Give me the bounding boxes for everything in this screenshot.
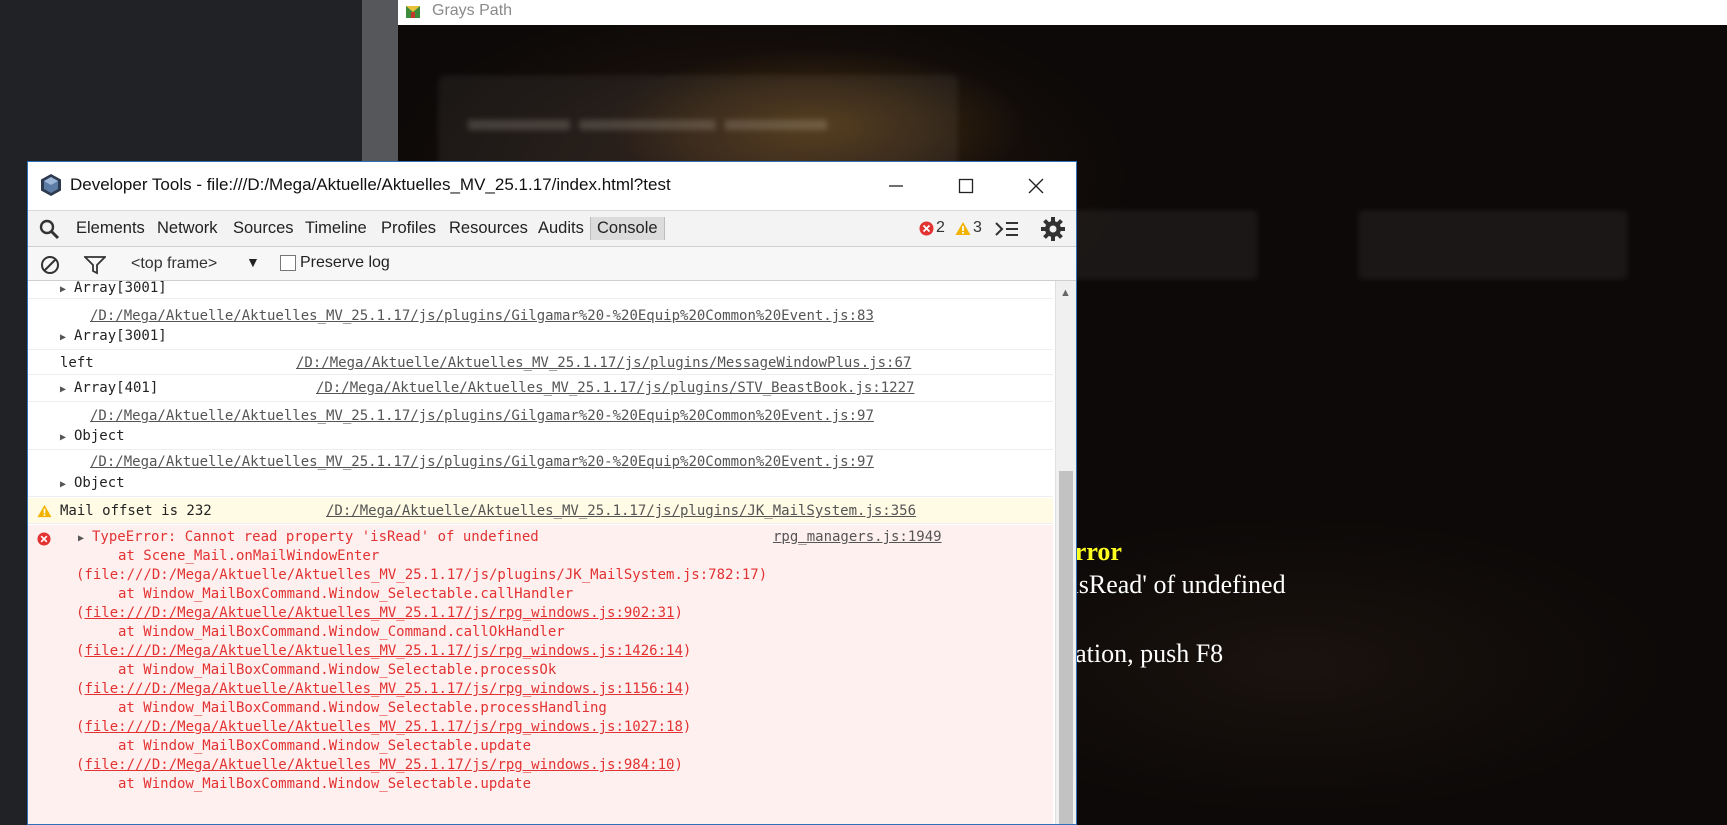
stack-frame-link[interactable]: file:///D:/Mega/Aktuelle/Aktuelles_MV_25… [84,681,682,697]
game-titlebar[interactable]: Grays Path [398,0,1727,25]
devtools-window: Developer Tools - file:///D:/Mega/Aktuel… [27,161,1077,825]
clear-console-icon[interactable] [40,255,60,275]
console-error-message[interactable]: TypeError: Cannot read property 'isRead'… [92,529,539,545]
stack-frame-at: at Window_MailBoxCommand.Window_Selectab… [118,662,557,678]
warning-counter[interactable]: 3 [955,219,982,237]
console-output[interactable]: ▶ Array[3001] /D:/Mega/Aktuelle/Aktuelle… [28,281,1053,824]
scrollbar-thumb[interactable] [1059,471,1073,824]
tab-elements[interactable]: Elements [76,219,145,238]
expand-triangle-icon[interactable]: ▶ [60,432,66,443]
console-row: ▶ Object [28,426,1053,450]
console-source-link[interactable]: /D:/Mega/Aktuelle/Aktuelles_MV_25.1.17/j… [326,503,916,519]
console-scrollbar[interactable]: ▲ [1055,281,1076,824]
console-source-link[interactable]: /D:/Mega/Aktuelle/Aktuelles_MV_25.1.17/j… [90,408,874,424]
console-message[interactable]: Array[3001] [74,281,167,296]
console-message[interactable]: Array[3001] [74,328,167,344]
stack-frame-link[interactable]: file:///D:/Mega/Aktuelle/Aktuelles_MV_25… [84,643,682,659]
devtools-toolbar: Elements Network Sources Timeline Profil… [28,210,1076,247]
stack-frame-at: at Scene_Mail.onMailWindowEnter [118,548,380,564]
preserve-log-label: Preserve log [300,254,390,271]
game-app-icon [406,6,420,18]
devtools-titlebar[interactable]: Developer Tools - file:///D:/Mega/Aktuel… [28,162,1076,210]
console-source-link[interactable]: rpg_managers.js:1949 [773,529,942,545]
console-filterbar: <top frame> ▼ Preserve log [28,247,1076,281]
console-warning-row: Mail offset is 232 /D:/Mega/Aktuelle/Akt… [28,498,1053,524]
console-message[interactable]: Object [74,475,125,491]
expand-triangle-icon[interactable]: ▶ [60,284,66,295]
console-drawer-icon[interactable] [994,219,1020,239]
stack-frame-file[interactable]: (file:///D:/Mega/Aktuelle/Aktuelles_MV_2… [76,719,691,735]
warning-icon [955,221,971,235]
tab-profiles[interactable]: Profiles [381,219,436,238]
console-row: /D:/Mega/Aktuelle/Aktuelles_MV_25.1.17/j… [28,404,1053,428]
warning-icon [37,504,52,518]
game-window-title: Grays Path [432,2,513,19]
stack-frame-at: at Window_MailBoxCommand.Window_Selectab… [118,700,607,716]
console-message[interactable]: Array[401] [74,380,158,396]
console-row: ▶ Array[3001] [28,281,1053,299]
expand-triangle-icon[interactable]: ▶ [60,332,66,343]
console-row: ▶ Array[3001] [28,326,1053,350]
frame-select[interactable]: <top frame> [131,255,217,273]
stack-frame-at: at Window_MailBoxCommand.Window_Selectab… [118,586,574,602]
maximize-button[interactable] [931,162,1001,210]
stack-frame-link[interactable]: file:///D:/Mega/Aktuelle/Aktuelles_MV_25… [84,757,674,773]
filter-icon[interactable] [84,255,106,275]
stack-frame-file[interactable]: (file:///D:/Mega/Aktuelle/Aktuelles_MV_2… [76,643,691,659]
preserve-log-checkbox[interactable] [280,255,296,271]
tab-timeline[interactable]: Timeline [305,219,367,238]
minimize-icon [889,185,903,187]
close-button[interactable] [1001,162,1071,210]
close-icon [1028,178,1044,194]
maximize-icon [958,178,974,194]
expand-triangle-icon[interactable]: ▶ [60,384,66,395]
stack-frame-file[interactable]: (file:///D:/Mega/Aktuelle/Aktuelles_MV_2… [76,681,691,697]
stack-frame-link[interactable]: file:///D:/Mega/Aktuelle/Aktuelles_MV_25… [84,719,682,735]
console-source-link[interactable]: /D:/Mega/Aktuelle/Aktuelles_MV_25.1.17/j… [90,308,874,324]
expand-triangle-icon[interactable]: ▶ [78,533,84,544]
console-source-link[interactable]: /D:/Mega/Aktuelle/Aktuelles_MV_25.1.17/j… [316,380,914,396]
console-row: ▶ Object [28,473,1053,497]
error-counter[interactable]: 2 [919,219,945,237]
error-icon [919,221,934,235]
tab-console[interactable]: Console [590,217,665,240]
console-row: /D:/Mega/Aktuelle/Aktuelles_MV_25.1.17/j… [28,303,1053,327]
stack-frame-link[interactable]: file:///D:/Mega/Aktuelle/Aktuelles_MV_25… [84,605,674,621]
console-warning-message: Mail offset is 232 [60,503,212,519]
blurred-title-text: ▬▬▬ ▬▬▬▬ ▬▬▬ [468,100,827,138]
stack-frame-file[interactable]: (file:///D:/Mega/Aktuelle/Aktuelles_MV_2… [76,605,683,621]
tab-resources[interactable]: Resources [449,219,528,238]
console-error-block: ▶ TypeError: Cannot read property 'isRea… [28,525,1053,824]
devtools-window-title: Developer Tools - file:///D:/Mega/Aktuel… [70,175,671,194]
stack-frame-file[interactable]: (file:///D:/Mega/Aktuelle/Aktuelles_MV_2… [76,567,767,583]
console-message: left [60,355,94,371]
console-row: ▶ Array[401] /D:/Mega/Aktuelle/Aktuelles… [28,376,1053,402]
stack-frame-at: at Window_MailBoxCommand.Window_Selectab… [118,776,532,792]
stack-frame-at: at Window_MailBoxCommand.Window_Selectab… [118,738,532,754]
error-count: 2 [936,219,945,236]
warning-count: 3 [973,219,982,236]
minimize-button[interactable] [861,162,931,210]
console-source-link[interactable]: /D:/Mega/Aktuelle/Aktuelles_MV_25.1.17/j… [296,355,911,371]
console-row: left /D:/Mega/Aktuelle/Aktuelles_MV_25.1… [28,351,1053,375]
gear-icon[interactable] [1040,216,1066,242]
expand-triangle-icon[interactable]: ▶ [60,479,66,490]
search-icon[interactable] [38,218,60,240]
blurred-menu-box [1358,210,1628,280]
stack-frame-at: at Window_MailBoxCommand.Window_Command.… [118,624,565,640]
nwjs-app-icon [41,174,61,196]
scroll-up-icon[interactable]: ▲ [1060,287,1071,299]
error-icon [37,532,51,546]
chevron-down-icon[interactable]: ▼ [246,254,260,270]
console-source-link[interactable]: /D:/Mega/Aktuelle/Aktuelles_MV_25.1.17/j… [90,454,874,470]
console-row: /D:/Mega/Aktuelle/Aktuelles_MV_25.1.17/j… [28,450,1053,474]
stack-frame-file[interactable]: (file:///D:/Mega/Aktuelle/Aktuelles_MV_2… [76,757,683,773]
tab-network[interactable]: Network [157,219,218,238]
tab-sources[interactable]: Sources [233,219,294,238]
tab-audits[interactable]: Audits [538,219,584,238]
console-message[interactable]: Object [74,428,125,444]
